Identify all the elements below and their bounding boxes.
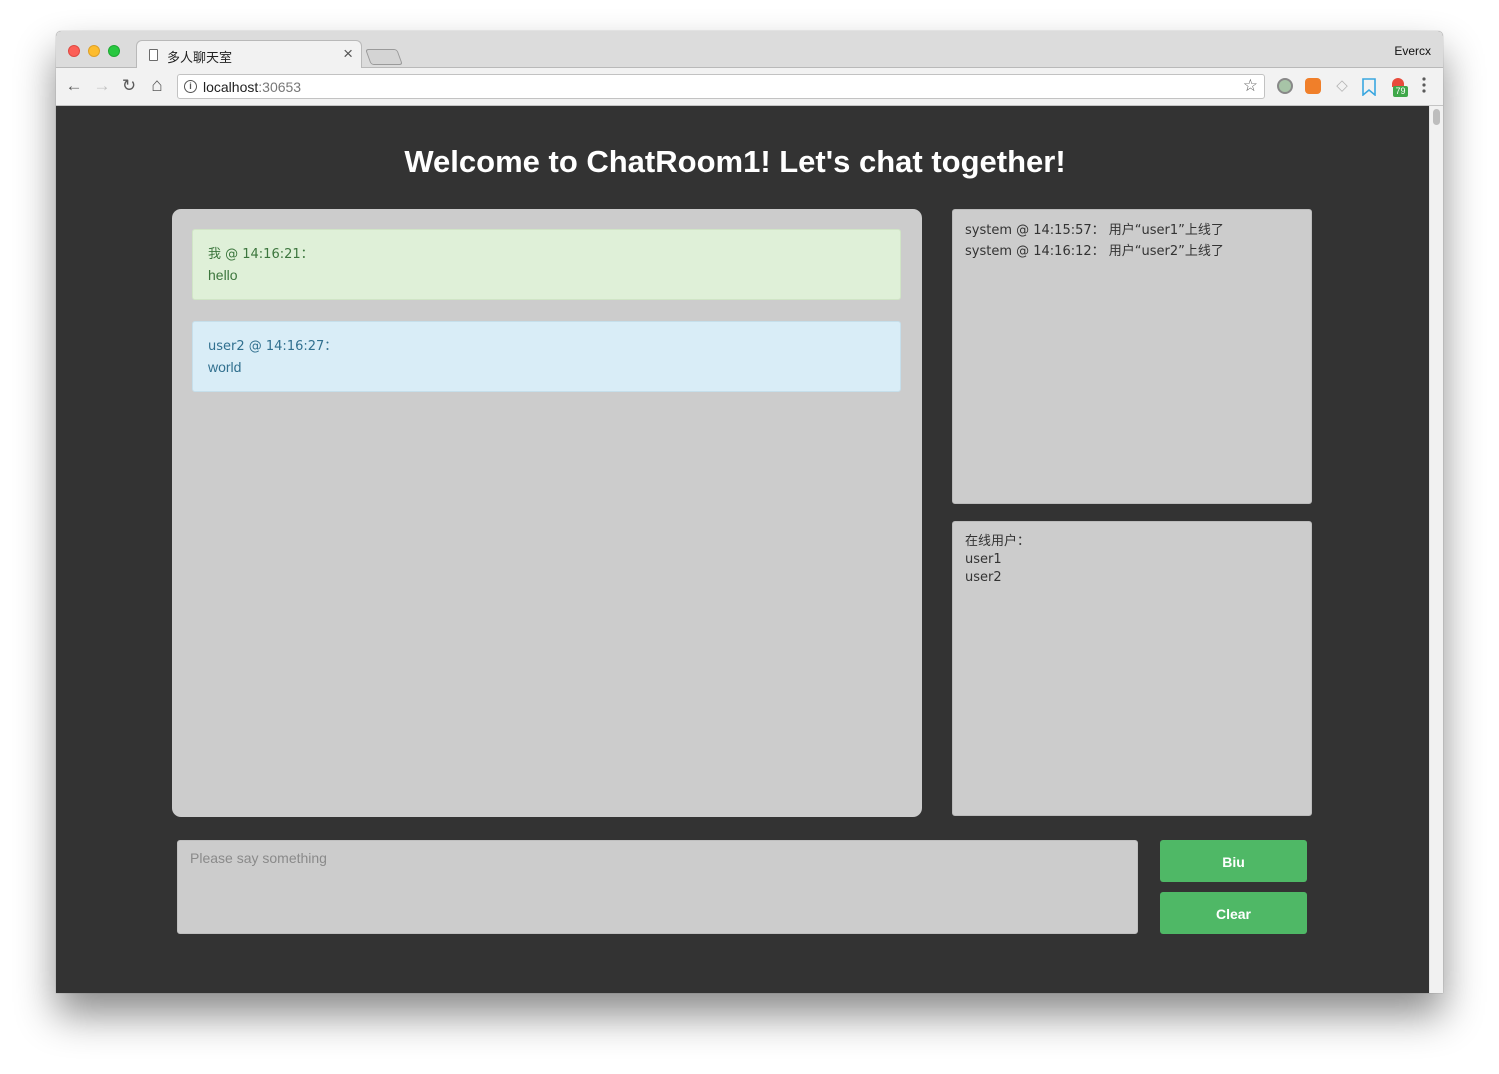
address-bar[interactable]: i localhost:30653 ☆ [177, 74, 1265, 99]
browser-tab[interactable]: 多人聊天室 × [136, 40, 362, 70]
url-text[interactable]: localhost:30653 [203, 79, 301, 95]
info-icon[interactable]: i [184, 80, 197, 93]
online-user: user2 [965, 570, 1002, 585]
shield-icon[interactable]: ◇ [1334, 78, 1350, 94]
message-input[interactable] [177, 840, 1138, 934]
message-text: world [208, 359, 242, 375]
browser-toolbar: ← → ↻ ⌂ i localhost:30653 ☆ ◇ 79 [56, 68, 1443, 106]
page-title: Welcome to ChatRoom1! Let's chat togethe… [404, 144, 1066, 179]
close-window-button[interactable] [68, 45, 80, 57]
reload-icon[interactable]: ↻ [119, 76, 139, 96]
extension-orange-icon[interactable] [1305, 78, 1321, 94]
clear-button[interactable]: Clear [1160, 892, 1307, 934]
system-log-entry: system @ 14:15:57： 用户“user1”上线了 [965, 223, 1224, 238]
document-icon [149, 49, 158, 61]
browser-window: 多人聊天室 × Evercx ← → ↻ ⌂ i localhost:30653… [56, 31, 1443, 993]
new-tab-button[interactable] [365, 49, 403, 65]
tab-title: 多人聊天室 [167, 51, 233, 66]
chat-page: Welcome to ChatRoom1! Let's chat togethe… [56, 106, 1429, 993]
url-port: :30653 [258, 79, 302, 95]
extension-circle-icon[interactable] [1277, 78, 1293, 94]
system-log-panel: system @ 14:15:57： 用户“user1”上线了 system @… [952, 209, 1312, 504]
close-tab-icon[interactable]: × [343, 44, 353, 64]
page-scrollbar[interactable] [1429, 106, 1443, 993]
minimize-window-button[interactable] [88, 45, 100, 57]
online-users-heading: 在线用户： [965, 534, 1031, 549]
url-host: localhost [203, 79, 259, 95]
bookmark-icon[interactable] [1361, 78, 1377, 97]
menu-icon[interactable] [1418, 75, 1430, 95]
extension-badge-icon[interactable]: 79 [1390, 78, 1408, 97]
message-meta: user2 @ 14:16:27： [208, 339, 338, 354]
message-other: user2 @ 14:16:27： world [192, 321, 901, 392]
message-text: hello [208, 267, 238, 283]
back-icon[interactable]: ← [64, 76, 84, 96]
online-user: user1 [965, 552, 1002, 567]
online-users-panel: 在线用户： user1 user2 [952, 521, 1312, 816]
send-button[interactable]: Biu [1160, 840, 1307, 882]
title-bar: 多人聊天室 × Evercx [56, 31, 1443, 70]
maximize-window-button[interactable] [108, 45, 120, 57]
extension-badge-count: 79 [1393, 86, 1408, 97]
scrollbar-thumb[interactable] [1433, 109, 1440, 125]
forward-icon[interactable]: → [92, 76, 112, 96]
chat-messages-panel: 我 @ 14:16:21： hello user2 @ 14:16:27： wo… [172, 209, 922, 817]
home-icon[interactable]: ⌂ [147, 76, 167, 96]
message-self: 我 @ 14:16:21： hello [192, 229, 901, 300]
bookmark-star-icon[interactable]: ☆ [1243, 76, 1258, 96]
profile-name[interactable]: Evercx [1394, 44, 1431, 58]
message-meta: 我 @ 14:16:21： [208, 247, 314, 262]
system-log-entry: system @ 14:16:12： 用户“user2”上线了 [965, 244, 1224, 259]
